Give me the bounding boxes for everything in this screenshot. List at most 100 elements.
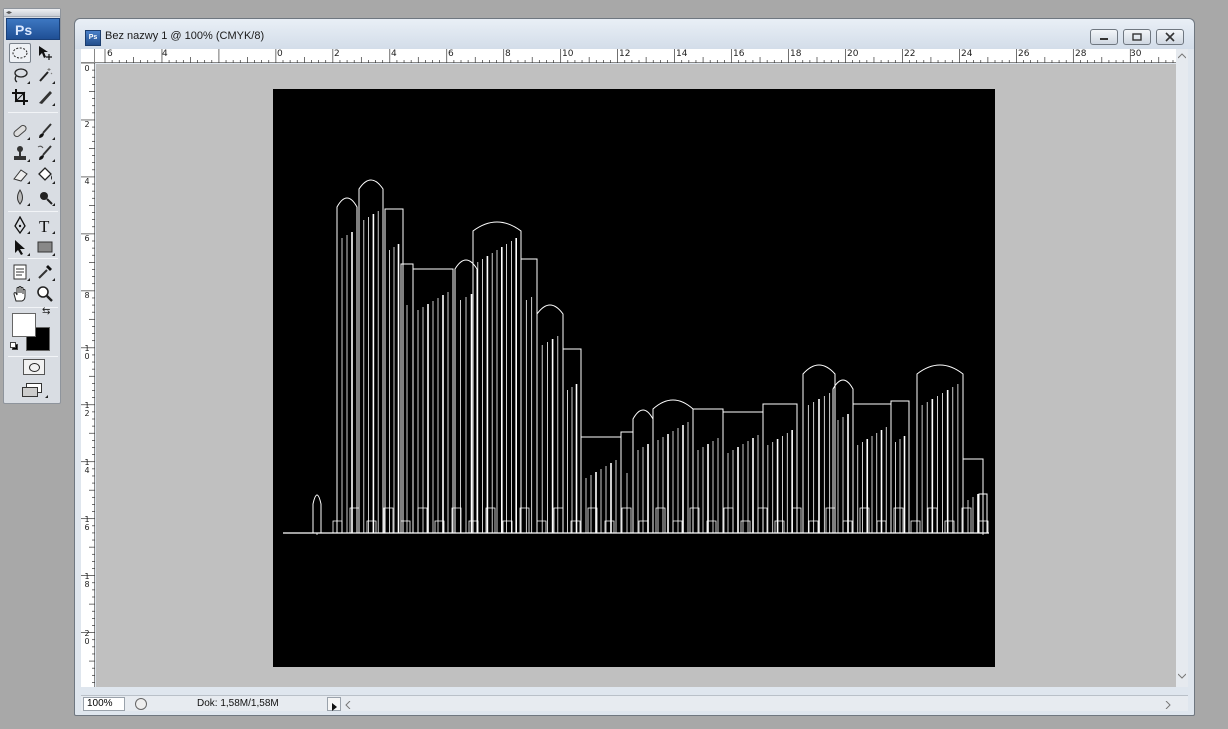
ruler-label: 20 bbox=[847, 49, 859, 59]
restore-icon bbox=[1132, 33, 1142, 41]
foreground-color-swatch[interactable] bbox=[12, 313, 36, 337]
tool-separator bbox=[8, 307, 58, 308]
blur-tool-button[interactable] bbox=[9, 187, 31, 207]
ruler-label: 1 6 bbox=[84, 515, 90, 532]
minimize-button[interactable] bbox=[1090, 29, 1118, 45]
pasteboard bbox=[96, 64, 1176, 687]
lasso-tool-button[interactable] bbox=[9, 65, 31, 85]
ellipse-marquee-icon bbox=[12, 47, 28, 59]
ruler-label: 24 bbox=[961, 49, 973, 59]
healing-brush-tool-button[interactable] bbox=[9, 121, 31, 141]
photoshop-logo[interactable]: Ps bbox=[6, 18, 60, 40]
swap-colors-icon[interactable]: ⇆ bbox=[42, 306, 50, 317]
paint-bucket-tool-button[interactable] bbox=[34, 165, 56, 185]
ruler-label: 1 0 bbox=[84, 344, 90, 361]
hand-icon bbox=[13, 286, 26, 302]
eraser-tool-button[interactable] bbox=[9, 165, 31, 185]
ruler-label: 8 bbox=[505, 49, 511, 59]
ruler-label: 22 bbox=[904, 49, 916, 59]
ruler-label: 26 bbox=[1018, 49, 1030, 59]
tools-panel: ◂▸ Ps T ⇆ bbox=[3, 8, 61, 404]
document-title: Bez nazwy 1 @ 100% (CMYK/8) bbox=[105, 30, 265, 42]
status-info-icon[interactable] bbox=[135, 698, 147, 710]
ruler-label: 1 4 bbox=[84, 458, 90, 475]
ruler-ticks bbox=[81, 63, 95, 683]
ruler-label: 1 2 bbox=[84, 401, 90, 418]
screen-mode-button[interactable] bbox=[22, 382, 48, 398]
rectangle-tool-button[interactable] bbox=[34, 237, 56, 257]
line-art-city-skyline bbox=[283, 179, 989, 535]
panel-grip[interactable]: ◂▸ bbox=[4, 9, 60, 17]
status-menu-button[interactable] bbox=[327, 697, 341, 711]
ruler-label: 6 bbox=[107, 49, 113, 59]
ruler-label: 18 bbox=[790, 49, 802, 59]
scroll-up-icon[interactable] bbox=[1178, 53, 1186, 59]
magic-wand-tool-button[interactable] bbox=[34, 65, 56, 85]
document-window: Ps Bez nazwy 1 @ 100% (CMYK/8) 6 4 0 2 4 6 8 10… bbox=[74, 18, 1195, 716]
horizontal-ruler[interactable]: 6 4 0 2 4 6 8 10 12 14 16 18 20 22 24 26 28 30 bbox=[95, 49, 1186, 63]
move-icon bbox=[39, 46, 52, 60]
ruler-label: 2 bbox=[84, 120, 90, 129]
minimize-icon bbox=[1100, 38, 1108, 40]
vertical-ruler[interactable]: 0 2 4 6 8 1 0 1 2 1 4 1 6 1 8 2 0 bbox=[81, 63, 95, 687]
document-icon: Ps bbox=[85, 30, 101, 46]
ruler-label: 2 0 bbox=[84, 629, 90, 646]
tool-separator bbox=[8, 258, 58, 259]
ruler-label: 12 bbox=[619, 49, 631, 59]
zoom-level-field[interactable]: 100% bbox=[83, 697, 125, 711]
crop-icon bbox=[12, 89, 28, 105]
document-title-bar[interactable]: Ps Bez nazwy 1 @ 100% (CMYK/8) bbox=[75, 19, 1194, 49]
magnifier-icon bbox=[37, 286, 53, 302]
dodge-tool-button[interactable] bbox=[34, 187, 56, 207]
tool-separator bbox=[8, 112, 58, 113]
eyedropper-tool-button[interactable] bbox=[34, 262, 56, 282]
hand-tool-button[interactable] bbox=[9, 284, 31, 304]
tool-separator bbox=[8, 211, 58, 212]
ruler-label: 16 bbox=[733, 49, 745, 59]
ruler-label: 10 bbox=[562, 49, 574, 59]
move-tool-button[interactable] bbox=[34, 43, 56, 63]
vertical-scrollbar[interactable] bbox=[1176, 49, 1188, 687]
ruler-label: 28 bbox=[1075, 49, 1087, 59]
ruler-label: 0 bbox=[277, 49, 283, 59]
ruler-label: 6 bbox=[84, 234, 90, 243]
path-selection-tool-button[interactable] bbox=[9, 237, 31, 257]
document-size-info: Dok: 1,58M/1,58M bbox=[197, 698, 279, 709]
pen-tool-button[interactable] bbox=[9, 215, 31, 235]
scroll-left-icon[interactable] bbox=[345, 701, 351, 709]
close-icon bbox=[1165, 32, 1175, 42]
default-colors-icon[interactable] bbox=[10, 342, 18, 350]
ruler-label: 8 bbox=[84, 291, 90, 300]
ruler-label: 1 8 bbox=[84, 572, 90, 589]
crop-tool-button[interactable] bbox=[9, 87, 31, 107]
status-bar: 100% Dok: 1,58M/1,58M bbox=[81, 695, 1188, 711]
notes-tool-button[interactable] bbox=[9, 262, 31, 282]
ruler-label: 30 bbox=[1130, 49, 1142, 59]
horizontal-scrollbar[interactable] bbox=[343, 697, 1173, 711]
quick-mask-icon bbox=[28, 362, 40, 372]
restore-button[interactable] bbox=[1123, 29, 1151, 45]
clone-stamp-tool-button[interactable] bbox=[9, 143, 31, 163]
ruler-label: 4 bbox=[84, 177, 90, 186]
scroll-right-icon[interactable] bbox=[1165, 701, 1171, 709]
canvas[interactable] bbox=[273, 89, 995, 667]
ruler-label: 2 bbox=[334, 49, 340, 59]
play-triangle-icon bbox=[332, 703, 337, 711]
svg-text:T: T bbox=[39, 217, 50, 234]
scroll-down-icon[interactable] bbox=[1178, 673, 1186, 679]
ruler-label: 14 bbox=[676, 49, 688, 59]
type-tool-button[interactable]: T bbox=[34, 215, 56, 235]
ruler-label: 4 bbox=[391, 49, 397, 59]
ruler-origin[interactable] bbox=[81, 49, 95, 63]
ruler-label: 0 bbox=[84, 64, 90, 73]
tool-separator bbox=[8, 356, 58, 357]
close-button[interactable] bbox=[1156, 29, 1184, 45]
history-brush-tool-button[interactable] bbox=[34, 143, 56, 163]
elliptical-marquee-tool-button[interactable] bbox=[9, 43, 31, 63]
ruler-label: 6 bbox=[448, 49, 454, 59]
quick-mask-button[interactable] bbox=[23, 359, 45, 375]
brush-tool-button[interactable] bbox=[34, 121, 56, 141]
zoom-tool-button[interactable] bbox=[34, 284, 56, 304]
slice-tool-button[interactable] bbox=[34, 87, 56, 107]
ruler-label: 4 bbox=[162, 49, 168, 59]
